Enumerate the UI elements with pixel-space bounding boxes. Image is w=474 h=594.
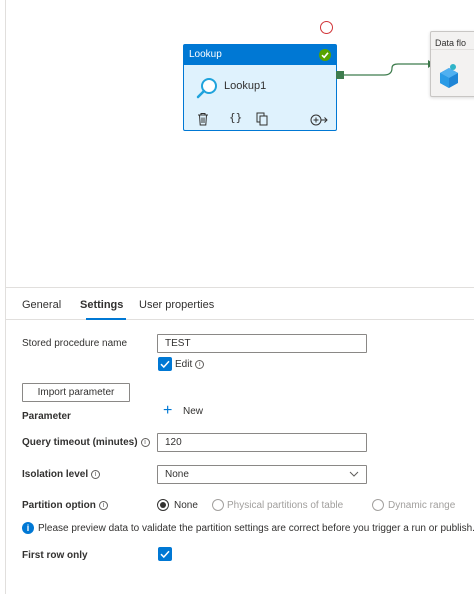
- info-icon[interactable]: i: [140, 438, 150, 447]
- isolation-level-label: Isolation level i: [22, 469, 101, 480]
- query-timeout-text: Query timeout (minutes): [22, 437, 138, 448]
- tab-general[interactable]: General: [22, 299, 61, 311]
- isolation-level-select[interactable]: None: [157, 465, 367, 484]
- new-parameter-button[interactable]: New: [183, 406, 203, 417]
- partition-none-label[interactable]: None: [174, 500, 198, 511]
- stored-procedure-name-label: Stored procedure name: [22, 338, 128, 349]
- dataflow-activity[interactable]: Data flo: [430, 31, 474, 97]
- info-icon[interactable]: i: [195, 360, 205, 369]
- activity-name: Lookup1: [224, 80, 267, 92]
- dataflow-cube-icon: [438, 62, 460, 93]
- import-parameter-button[interactable]: Import parameter: [22, 383, 130, 402]
- code-braces-icon[interactable]: {}: [229, 111, 242, 124]
- activity-type-label: Lookup: [189, 49, 222, 60]
- tab-user-properties[interactable]: User properties: [139, 299, 214, 311]
- partition-dynamic-radio[interactable]: [372, 499, 384, 511]
- info-filled-icon: i: [22, 522, 34, 534]
- add-output-icon[interactable]: [310, 113, 328, 131]
- first-row-only-label: First row only: [22, 550, 88, 561]
- edit-label: Edit i: [175, 359, 205, 370]
- checkmark-icon: [160, 360, 170, 369]
- lookup-activity-header: Lookup: [184, 45, 336, 65]
- stored-procedure-name-input[interactable]: [157, 334, 367, 353]
- activity-toolbar: {}: [184, 111, 336, 131]
- edit-checkbox[interactable]: [158, 357, 172, 371]
- first-row-only-checkbox[interactable]: [158, 547, 172, 561]
- partition-none-radio[interactable]: [157, 499, 169, 511]
- active-tab-indicator: [86, 318, 126, 320]
- partition-physical-label[interactable]: Physical partitions of table: [227, 500, 343, 511]
- partition-option-text: Partition option: [22, 500, 96, 511]
- query-timeout-input[interactable]: [157, 433, 367, 452]
- info-icon[interactable]: i: [91, 470, 101, 479]
- partition-dynamic-label[interactable]: Dynamic range: [388, 500, 455, 511]
- checkmark-icon: [160, 550, 170, 559]
- query-timeout-label: Query timeout (minutes) i: [22, 437, 150, 448]
- partition-option-label: Partition option i: [22, 500, 108, 511]
- lookup-activity[interactable]: Lookup Lookup1 {}: [183, 44, 337, 131]
- lookup-magnifier-icon: [196, 77, 218, 104]
- parameter-label: Parameter: [22, 411, 71, 422]
- dataflow-activity-title: Data flo: [431, 32, 474, 50]
- isolation-level-value: None: [165, 469, 189, 480]
- copy-icon[interactable]: [256, 112, 269, 131]
- activity-connector[interactable]: [344, 56, 434, 86]
- tab-settings[interactable]: Settings: [80, 299, 123, 311]
- success-check-icon: [319, 49, 331, 61]
- success-output-port[interactable]: [336, 71, 344, 79]
- chevron-down-icon: [349, 471, 359, 477]
- edit-text: Edit: [175, 359, 193, 370]
- lookup-activity-body: Lookup1: [184, 65, 336, 111]
- isolation-level-text: Isolation level: [22, 469, 89, 480]
- properties-tabs: General Settings User properties: [6, 288, 474, 320]
- partition-preview-message: Please preview data to validate the part…: [38, 523, 474, 534]
- info-icon[interactable]: i: [98, 501, 108, 510]
- delete-icon[interactable]: [197, 112, 209, 131]
- error-status-icon[interactable]: [320, 21, 333, 34]
- add-icon[interactable]: +: [163, 403, 172, 419]
- partition-physical-radio[interactable]: [212, 499, 224, 511]
